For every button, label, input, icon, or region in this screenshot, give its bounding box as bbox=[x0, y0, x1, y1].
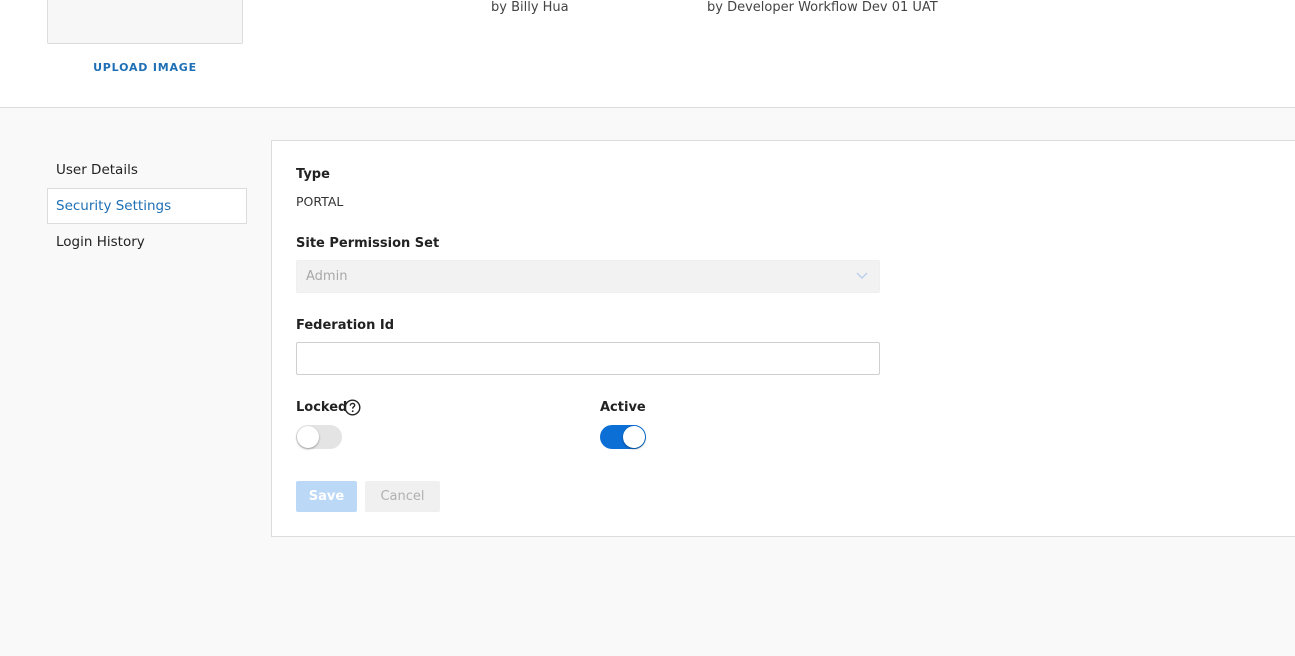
cancel-button[interactable]: Cancel bbox=[365, 481, 440, 512]
nav-item-security-settings[interactable]: Security Settings bbox=[47, 188, 247, 224]
side-navigation: User Details Security Settings Login His… bbox=[47, 152, 247, 260]
active-label: Active bbox=[600, 400, 646, 415]
toggle-knob bbox=[297, 426, 319, 448]
help-icon[interactable] bbox=[344, 399, 361, 416]
avatar-image-placeholder bbox=[47, 0, 243, 44]
site-permission-set-value: Admin bbox=[306, 269, 348, 284]
locked-toggle[interactable] bbox=[296, 425, 342, 449]
toggle-knob bbox=[623, 426, 645, 448]
federation-id-input[interactable] bbox=[296, 342, 880, 375]
security-settings-card: Type PORTAL Site Permission Set Admin Fe… bbox=[271, 140, 1295, 537]
modified-by-text: by Developer Workflow Dev 01 UAT bbox=[707, 0, 938, 15]
save-button[interactable]: Save bbox=[296, 481, 357, 512]
site-permission-set-label: Site Permission Set bbox=[296, 236, 440, 251]
nav-item-user-details[interactable]: User Details bbox=[47, 152, 247, 188]
upload-image-link[interactable]: UPLOAD IMAGE bbox=[47, 61, 243, 74]
profile-header: UPLOAD IMAGE by Billy Hua by Developer W… bbox=[0, 0, 1295, 108]
nav-item-login-history[interactable]: Login History bbox=[47, 224, 247, 260]
locked-label: Locked bbox=[296, 400, 348, 415]
site-permission-set-select[interactable]: Admin bbox=[296, 260, 880, 293]
created-by-text: by Billy Hua bbox=[491, 0, 569, 15]
type-value: PORTAL bbox=[296, 194, 344, 209]
federation-id-label: Federation Id bbox=[296, 318, 395, 333]
type-label: Type bbox=[296, 167, 330, 182]
active-toggle[interactable] bbox=[600, 425, 646, 449]
chevron-down-icon bbox=[856, 272, 868, 280]
